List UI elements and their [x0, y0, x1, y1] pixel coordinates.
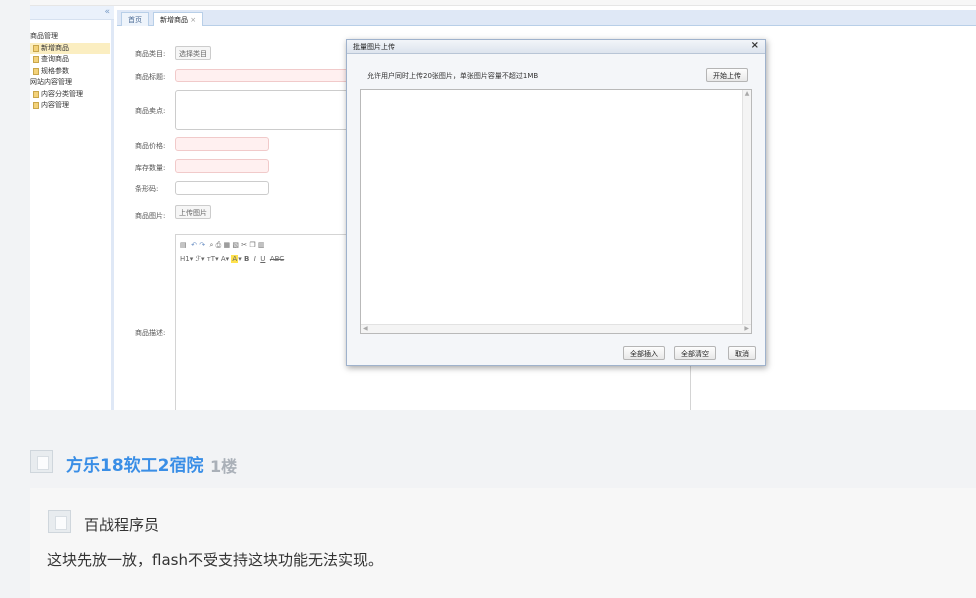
description-label: 商品描述:	[135, 329, 166, 337]
tree-item-query-goods[interactable]: 查询商品	[30, 54, 110, 66]
scroll-left-icon[interactable]: ◀	[363, 325, 368, 332]
source-icon[interactable]: ▤	[180, 241, 187, 249]
copy-icon[interactable]: ❐	[249, 241, 255, 249]
embedded-screenshot: « 商品管理 新增商品 查询商品 规格参数 网站内容管理 内容分类管理 内容管理…	[30, 0, 976, 410]
template-icon[interactable]: ▦	[224, 241, 231, 249]
barcode-label: 条形码:	[135, 185, 159, 193]
scroll-up-icon[interactable]: ▲	[743, 90, 751, 97]
upload-note: 允许用户同时上传20张图片，单张图片容量不超过1MB	[367, 72, 539, 80]
sellpoint-label: 商品卖点:	[135, 107, 166, 115]
tab-close-icon[interactable]: ×	[190, 16, 196, 24]
editor-toolbar: ▤ ↶ ↷ ⌕ ⎙ ▦ ▧ ✂ ❐ ▥ H1▾ ℱ▾ тT▾ A▾ A▾ B I…	[180, 238, 284, 266]
floor-number: 1楼	[210, 457, 238, 476]
file-icon	[33, 67, 39, 75]
file-icon	[33, 102, 39, 110]
reply-author-name: 百战程序员	[84, 516, 160, 534]
vertical-scrollbar[interactable]: ▲	[742, 90, 751, 325]
title-input[interactable]	[175, 69, 375, 82]
redo-icon[interactable]: ↷	[199, 241, 205, 249]
dialog-title: 批量图片上传	[353, 43, 395, 51]
cut-icon[interactable]: ✂	[241, 241, 247, 249]
tab-add-goods[interactable]: 新增商品 ×	[153, 12, 204, 26]
category-label: 商品类目:	[135, 50, 166, 58]
batch-upload-dialog: 批量图片上传 × 允许用户同时上传20张图片，单张图片容量不超过1MB 开始上传…	[346, 39, 766, 366]
highlight-icon[interactable]: A	[231, 255, 239, 263]
close-icon[interactable]: ×	[751, 40, 759, 51]
undo-icon[interactable]: ↶	[191, 241, 197, 249]
select-category-button[interactable]: 选择类目	[175, 46, 211, 60]
barcode-input[interactable]	[175, 181, 269, 195]
reply-text: 这块先放一放，flash不受支持这块功能无法实现。	[47, 551, 383, 569]
tree-item-content-manage[interactable]: 内容管理	[30, 100, 110, 112]
italic-button[interactable]: I	[254, 255, 256, 263]
file-icon	[33, 44, 39, 52]
author-name-link[interactable]: 方乐18软工2宿院	[66, 451, 204, 476]
upload-image-button[interactable]: 上传图片	[175, 205, 211, 219]
editor-toolbar-row2: H1▾ ℱ▾ тT▾ A▾ A▾ B I U ABC	[180, 255, 285, 263]
tree-item-spec-params[interactable]: 规格参数	[30, 66, 110, 78]
sellpoint-textarea[interactable]	[175, 90, 375, 130]
author-avatar[interactable]	[30, 450, 53, 473]
strikethrough-button[interactable]: ABC	[270, 255, 284, 263]
scroll-right-icon[interactable]: ▶	[744, 325, 749, 332]
start-upload-button[interactable]: 开始上传	[706, 68, 748, 82]
price-label: 商品价格:	[135, 142, 166, 150]
clear-all-button[interactable]: 全部清空	[674, 346, 716, 360]
font-family-icon[interactable]: ℱ	[195, 255, 201, 263]
font-color-icon[interactable]: A	[221, 255, 226, 263]
bold-button[interactable]: B	[244, 255, 249, 263]
admin-sidebar: « 商品管理 新增商品 查询商品 规格参数 网站内容管理 内容分类管理 内容管理	[30, 6, 114, 410]
insert-all-button[interactable]: 全部插入	[623, 346, 665, 360]
stock-label: 库存数量:	[135, 164, 166, 172]
tree-item-content-category[interactable]: 内容分类管理	[30, 89, 110, 101]
image-label: 商品图片:	[135, 212, 166, 220]
paste-icon[interactable]: ▥	[258, 241, 265, 249]
cancel-button[interactable]: 取消	[728, 346, 756, 360]
stock-input[interactable]	[175, 159, 269, 173]
underline-button[interactable]: U	[260, 255, 265, 263]
reply-box: 百战程序员 这块先放一放，flash不受支持这块功能无法实现。	[30, 488, 976, 598]
code-icon[interactable]: ▧	[232, 241, 239, 249]
nav-tree: 商品管理 新增商品 查询商品 规格参数 网站内容管理 内容分类管理 内容管理	[30, 31, 110, 112]
upload-file-list[interactable]: ▲ ◀ ▶	[360, 89, 752, 334]
tab-bar: 首页 新增商品 ×	[117, 10, 976, 26]
price-input[interactable]	[175, 137, 269, 151]
print-icon[interactable]: ⎙	[216, 241, 222, 249]
dialog-header: 批量图片上传 ×	[347, 40, 765, 54]
file-icon	[33, 56, 39, 64]
tree-root-goods[interactable]: 商品管理	[30, 31, 110, 43]
heading-button[interactable]: H1	[180, 255, 190, 263]
collapse-icon[interactable]: «	[104, 7, 110, 17]
tree-item-add-goods[interactable]: 新增商品	[30, 42, 110, 54]
horizontal-scrollbar[interactable]: ◀ ▶	[361, 324, 751, 333]
tab-home[interactable]: 首页	[121, 12, 149, 26]
reply-avatar[interactable]	[48, 510, 71, 533]
font-size-icon[interactable]: тT	[207, 255, 215, 263]
preview-icon[interactable]: ⌕	[210, 241, 214, 249]
editor-toolbar-row1: ▤ ↶ ↷ ⌕ ⎙ ▦ ▧ ✂ ❐ ▥	[180, 238, 284, 252]
title-label: 商品标题:	[135, 73, 166, 81]
tree-root-site-content[interactable]: 网站内容管理	[30, 77, 110, 89]
file-icon	[33, 90, 39, 98]
sidebar-header: «	[30, 6, 114, 20]
